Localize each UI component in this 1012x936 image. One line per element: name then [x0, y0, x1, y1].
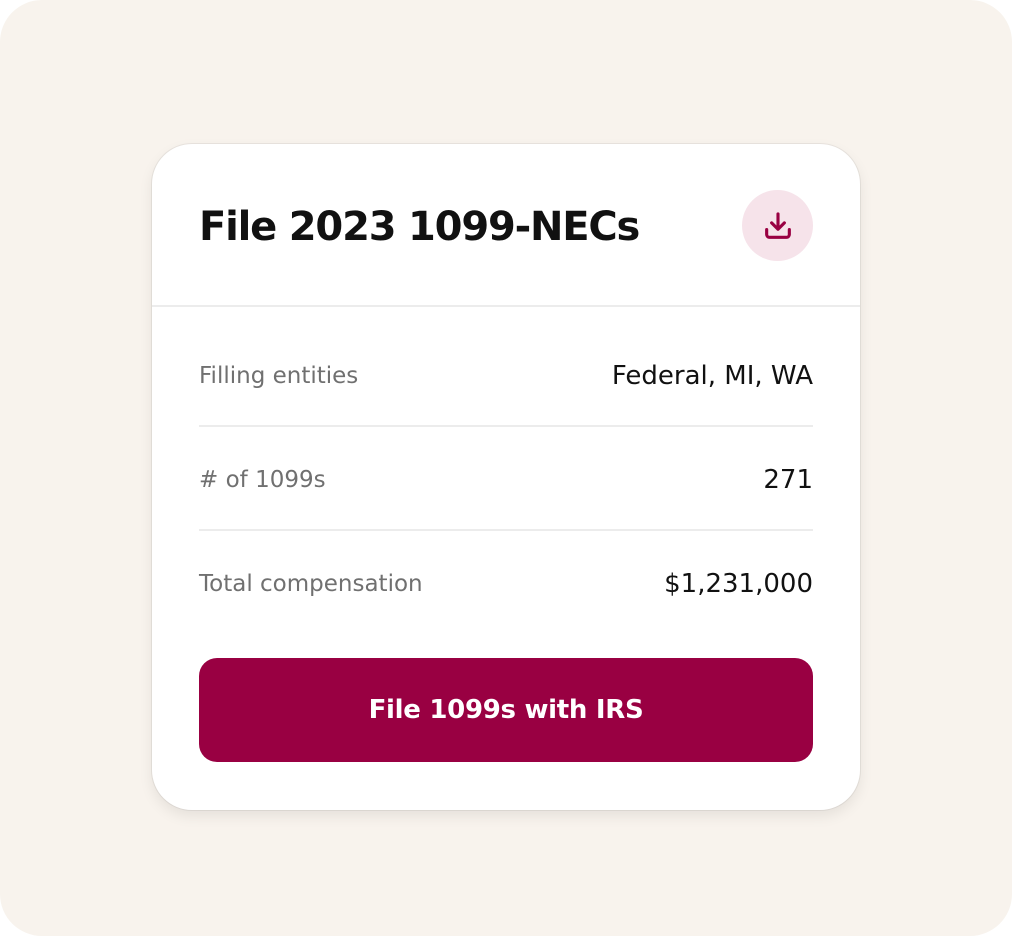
row-label: # of 1099s [199, 467, 326, 493]
summary-row-filing-entities: Filling entities Federal, MI, WA [199, 351, 813, 401]
page-background: File 2023 1099-NECs Filling entities Fed… [0, 0, 1012, 936]
row-value: Federal, MI, WA [611, 361, 813, 391]
row-divider [199, 425, 813, 427]
card-title: File 2023 1099-NECs [199, 204, 640, 250]
summary-row-1099-count: # of 1099s 271 [199, 455, 813, 505]
row-divider [199, 529, 813, 531]
filing-summary-card: File 2023 1099-NECs Filling entities Fed… [152, 144, 860, 810]
row-label: Filling entities [199, 363, 359, 389]
download-button[interactable] [742, 190, 813, 261]
row-value: 271 [763, 465, 813, 495]
summary-row-total-compensation: Total compensation $1,231,000 [199, 559, 813, 609]
file-with-irs-button[interactable]: File 1099s with IRS [199, 658, 813, 762]
row-value: $1,231,000 [664, 569, 813, 599]
row-label: Total compensation [199, 571, 423, 597]
card-header: File 2023 1099-NECs [152, 144, 860, 307]
download-icon [764, 211, 791, 239]
